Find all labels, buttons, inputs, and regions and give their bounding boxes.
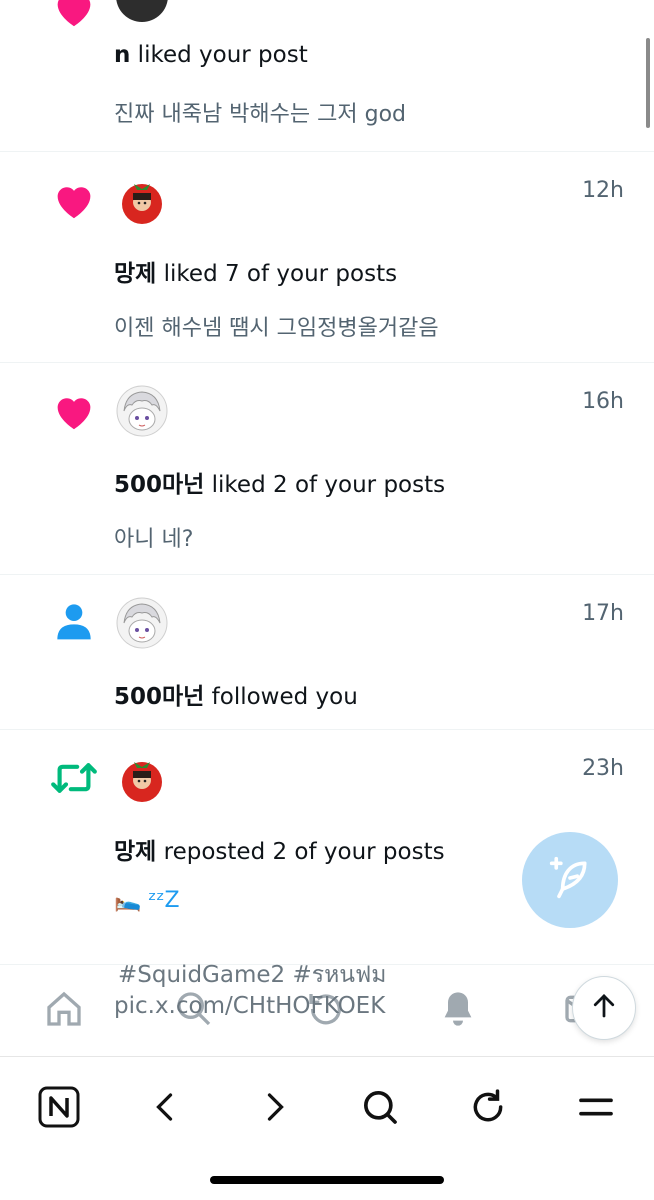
reload-icon[interactable] — [460, 1079, 516, 1135]
notification-headline: 망제 liked 7 of your posts — [114, 254, 397, 288]
notification-headline: 500마넌 liked 2 of your posts — [114, 465, 445, 499]
person-icon — [50, 597, 98, 645]
notification-item[interactable]: n liked your post 진짜 내죽남 박해수는 그저 god — [0, 0, 654, 152]
heart-icon — [50, 176, 98, 224]
back-chevron-icon[interactable] — [138, 1079, 194, 1135]
avatar[interactable] — [116, 752, 168, 804]
post-preview[interactable]: 이젠 해수넴 땜시 그임정병올거같음 — [114, 310, 439, 342]
actor-name[interactable]: 500마넌 — [114, 472, 204, 498]
arrow-up-icon — [589, 991, 619, 1025]
hashtags-text[interactable]: #SquidGame2 #รหนฟม — [118, 957, 386, 993]
notification-item[interactable]: 12h 망제 liked 7 of your posts 이젠 해수넴 땜시 그… — [0, 152, 654, 363]
notification-action: liked your post — [130, 42, 308, 68]
post-preview[interactable]: 진짜 내죽남 박해수는 그저 god — [114, 96, 406, 128]
actor-name[interactable]: n — [114, 42, 130, 68]
menu-icon[interactable] — [568, 1079, 624, 1135]
scroll-to-top-button[interactable] — [572, 976, 636, 1040]
timestamp: 23h — [582, 756, 624, 781]
repost-icon — [50, 754, 98, 802]
notification-action: liked 7 of your posts — [156, 261, 398, 287]
notifications-feed: n liked your post 진짜 내죽남 박해수는 그저 god 12h… — [0, 0, 654, 1200]
notification-action: reposted 2 of your posts — [156, 839, 445, 865]
notification-item[interactable]: 17h 500마넌 followed you — [0, 575, 654, 730]
timestamp: 17h — [582, 601, 624, 626]
heart-icon — [50, 0, 98, 32]
actor-name[interactable]: 망제 — [114, 839, 156, 865]
avatar[interactable] — [116, 0, 168, 22]
actor-name[interactable]: 500마넌 — [114, 684, 204, 710]
heart-icon — [50, 387, 98, 435]
compose-button[interactable] — [522, 832, 618, 928]
avatar[interactable] — [116, 597, 168, 649]
notification-action: liked 2 of your posts — [204, 472, 446, 498]
bell-icon[interactable] — [436, 987, 480, 1031]
notification-headline: n liked your post — [114, 42, 308, 68]
forward-chevron-icon[interactable] — [246, 1079, 302, 1135]
post-preview[interactable]: 아니 네? — [114, 521, 193, 553]
notification-action: followed you — [204, 684, 358, 710]
search-icon[interactable] — [352, 1079, 408, 1135]
feather-plus-icon — [548, 856, 592, 904]
avatar[interactable] — [116, 174, 168, 226]
naver-n-icon[interactable] — [31, 1079, 87, 1135]
post-preview[interactable]: 🛌 ᶻᶻZ — [114, 888, 180, 913]
post-link[interactable]: pic.x.com/CHtHOFKOEK — [114, 993, 385, 1019]
notification-headline: 망제 reposted 2 of your posts — [114, 832, 445, 866]
actor-name[interactable]: 망제 — [114, 261, 156, 287]
home-icon[interactable] — [42, 987, 86, 1031]
notification-item[interactable]: 16h 500마넌 liked 2 of your posts 아니 네? — [0, 363, 654, 575]
home-indicator[interactable] — [210, 1176, 444, 1184]
timestamp: 16h — [582, 389, 624, 414]
scrollbar[interactable] — [646, 38, 650, 128]
avatar[interactable] — [116, 385, 168, 437]
timestamp: 12h — [582, 178, 624, 203]
notification-headline: 500마넌 followed you — [114, 677, 358, 711]
